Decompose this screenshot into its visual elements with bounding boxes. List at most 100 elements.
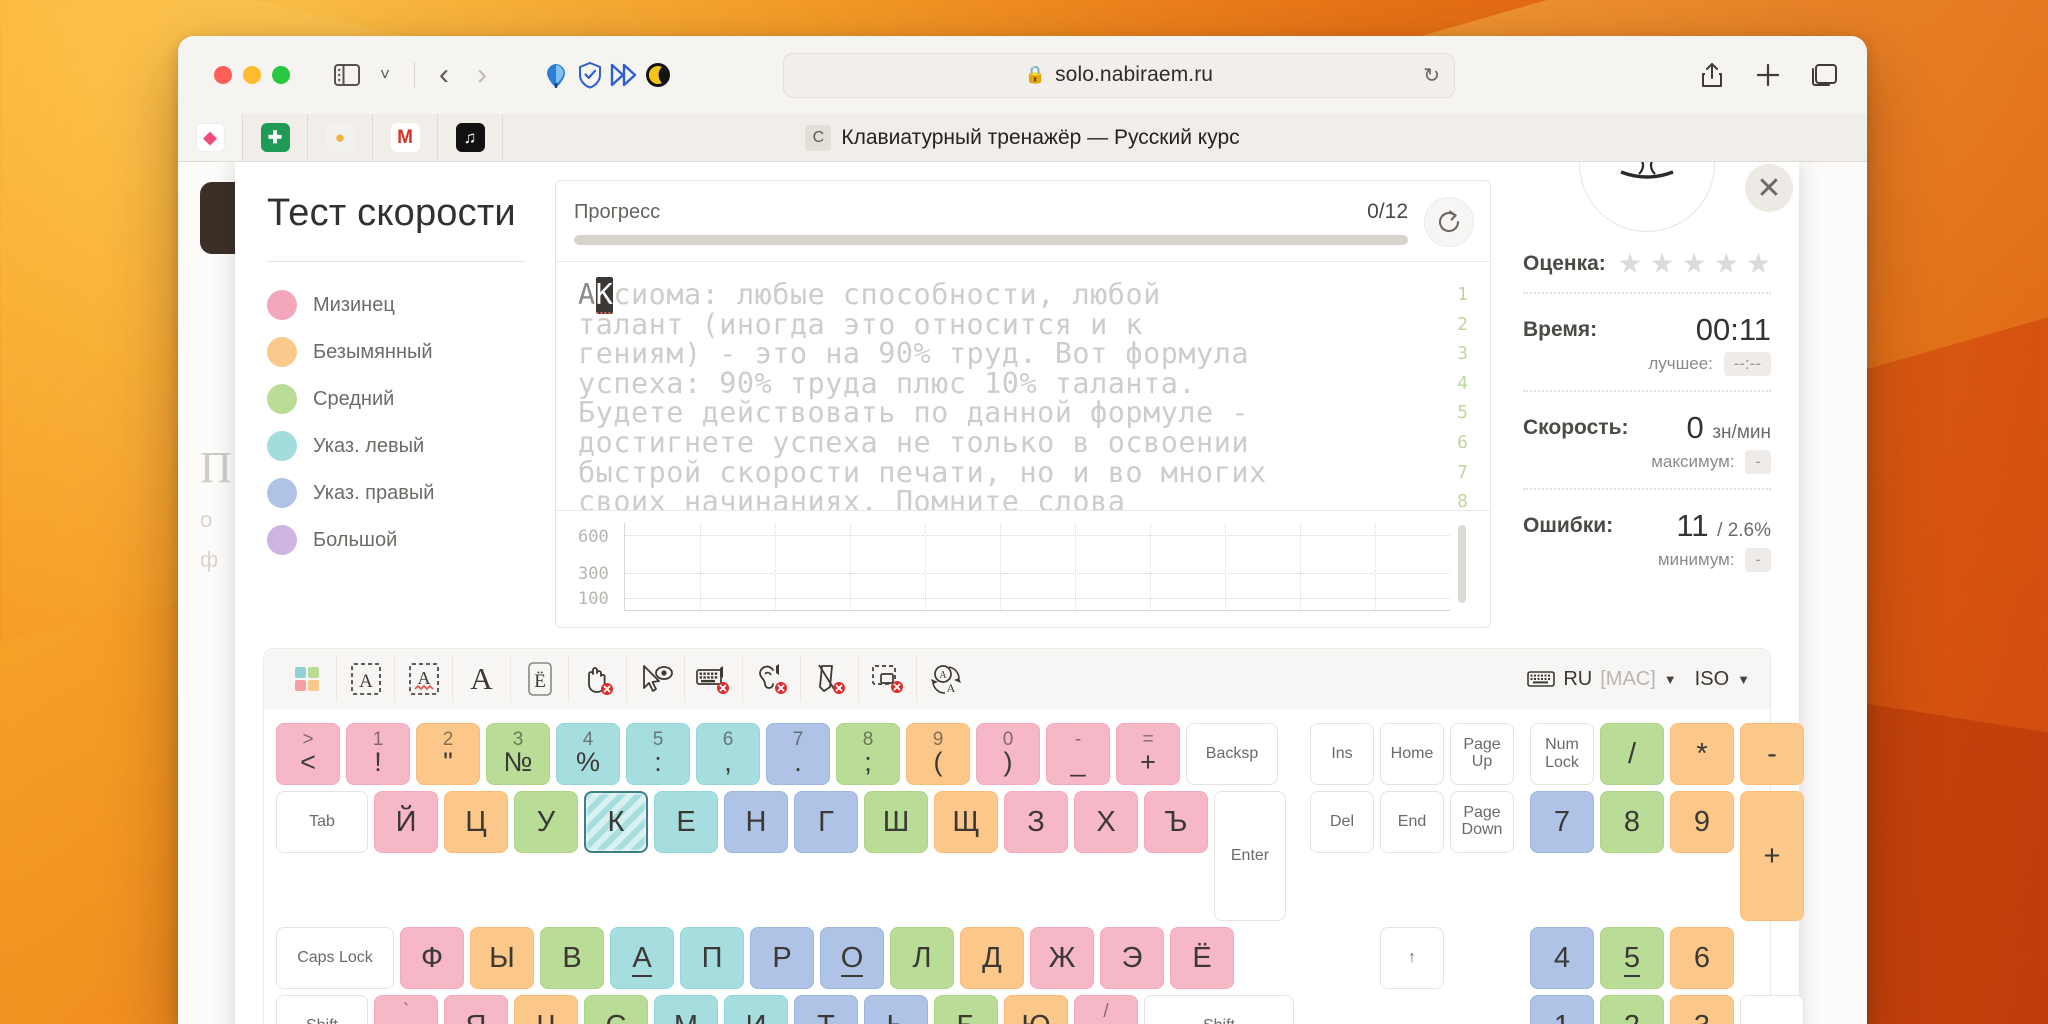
key-/[interactable]: / xyxy=(1600,723,1664,785)
key-я[interactable]: Я xyxy=(444,995,508,1024)
close-window-button[interactable] xyxy=(214,66,232,84)
restart-button[interactable] xyxy=(1424,197,1474,247)
key-г[interactable]: Г xyxy=(794,791,858,853)
key-*[interactable]: * xyxy=(1670,723,1734,785)
key-caps-lock[interactable]: Caps Lock xyxy=(276,927,394,989)
color-blocks-icon[interactable] xyxy=(278,656,336,702)
minimize-window-button[interactable] xyxy=(243,66,261,84)
rating-star[interactable]: ★ xyxy=(1682,250,1707,278)
key-ins[interactable]: Ins xyxy=(1310,723,1374,785)
key-del[interactable]: Del xyxy=(1310,791,1374,853)
key-а[interactable]: А xyxy=(610,927,674,989)
hand-off-icon[interactable] xyxy=(568,656,626,702)
key-+[interactable]: = + xyxy=(1116,723,1180,785)
key-1[interactable]: 1 xyxy=(1530,995,1594,1024)
key-у[interactable]: У xyxy=(514,791,578,853)
key-х[interactable]: Х xyxy=(1074,791,1138,853)
key-[interactable] xyxy=(1740,995,1804,1024)
close-modal-button[interactable]: ✕ xyxy=(1745,164,1793,212)
key-?[interactable]: /? xyxy=(1074,995,1138,1024)
key-д[interactable]: Д xyxy=(960,927,1024,989)
key-н[interactable]: Н xyxy=(724,791,788,853)
key-т[interactable]: Т xyxy=(794,995,858,1024)
frame-off-icon[interactable] xyxy=(858,656,916,702)
pinned-tab-3[interactable]: ● xyxy=(308,114,373,161)
fastforward-icon[interactable] xyxy=(607,58,641,92)
key-3[interactable]: 3 xyxy=(1670,995,1734,1024)
key-э[interactable]: Э xyxy=(1100,927,1164,989)
address-bar[interactable]: 🔒 solo.nabiraem.ru ↻ xyxy=(783,52,1455,98)
key-,[interactable]: 6, xyxy=(696,723,760,785)
key-_[interactable]: - _ xyxy=(1046,723,1110,785)
tab-overview-icon[interactable] xyxy=(1803,58,1845,92)
key-shift[interactable]: Shift xyxy=(1144,995,1294,1024)
maximize-window-button[interactable] xyxy=(272,66,290,84)
translate-icon[interactable]: АA xyxy=(916,656,974,702)
adguard-icon[interactable] xyxy=(573,58,607,92)
key-2[interactable]: 2 xyxy=(1600,995,1664,1024)
typing-text-area[interactable]: АКсиома: любые способности, любой талант … xyxy=(556,262,1490,510)
font-size-icon[interactable]: A xyxy=(452,656,510,702)
key-р[interactable]: Р xyxy=(750,927,814,989)
key-arrow-up[interactable]: ↑ xyxy=(1380,927,1444,989)
key-ж[interactable]: Ж xyxy=(1030,927,1094,989)
key-;[interactable]: 8; xyxy=(836,723,900,785)
key-home[interactable]: Home xyxy=(1380,723,1444,785)
key-tab[interactable]: Tab xyxy=(276,791,368,853)
key-е[interactable]: Е xyxy=(654,791,718,853)
key-5[interactable]: 5 xyxy=(1600,927,1664,989)
pinned-tab-2[interactable]: ✚ xyxy=(243,114,308,161)
key--[interactable]: - xyxy=(1740,723,1804,785)
forward-button[interactable]: › xyxy=(463,58,501,92)
key-№[interactable]: 3 № xyxy=(486,723,550,785)
back-button[interactable]: ‹ xyxy=(425,58,463,92)
key-num-lock[interactable]: Num Lock xyxy=(1530,723,1594,785)
key-ч[interactable]: Ч xyxy=(514,995,578,1024)
pen-off-icon[interactable] xyxy=(800,656,858,702)
key-в[interactable]: В xyxy=(540,927,604,989)
key-ы[interactable]: Ы xyxy=(470,927,534,989)
key-к[interactable]: К xyxy=(584,791,648,853)
darkmode-icon[interactable] xyxy=(641,58,675,92)
key-п[interactable]: П xyxy=(680,927,744,989)
keyboard-sound-off-icon[interactable] xyxy=(684,656,742,702)
key-![interactable]: 1! xyxy=(346,723,410,785)
rating-star[interactable]: ★ xyxy=(1714,250,1739,278)
key-ш[interactable]: Ш xyxy=(864,791,928,853)
yo-letter-icon[interactable]: Ё xyxy=(510,656,568,702)
key-о[interactable]: О xyxy=(820,927,884,989)
sidebar-icon[interactable] xyxy=(328,58,366,92)
key-ц[interactable]: Ц xyxy=(444,791,508,853)
key-ъ[interactable]: Ъ xyxy=(1144,791,1208,853)
key-з[interactable]: З xyxy=(1004,791,1068,853)
new-tab-button[interactable] xyxy=(1747,58,1789,92)
reload-icon[interactable]: ↻ xyxy=(1423,63,1440,88)
pinned-tab-4[interactable]: M xyxy=(373,114,438,161)
grammarly-icon[interactable] xyxy=(539,58,573,92)
key-<[interactable]: > < xyxy=(276,723,340,785)
key-8[interactable]: 8 xyxy=(1600,791,1664,853)
key-9[interactable]: 9 xyxy=(1670,791,1734,853)
key-"[interactable]: 2 " xyxy=(416,723,480,785)
key-%[interactable]: 4% xyxy=(556,723,620,785)
key-6[interactable]: 6 xyxy=(1670,927,1734,989)
rating-star[interactable]: ★ xyxy=(1746,250,1771,278)
pinned-tab-5[interactable]: ♫ xyxy=(438,114,503,161)
key-й[interactable]: Й xyxy=(374,791,438,853)
key-enter[interactable]: Enter xyxy=(1214,791,1286,921)
letter-frame-icon[interactable]: A xyxy=(336,656,394,702)
key-ё[interactable]: Ё xyxy=(1170,927,1234,989)
keyboard-layout-select[interactable]: RU [MAC] ▼ xyxy=(1527,668,1677,691)
key-ь[interactable]: Ь xyxy=(864,995,928,1024)
key-щ[interactable]: Щ xyxy=(934,791,998,853)
keyboard-iso-select[interactable]: ISO ▼ xyxy=(1695,668,1750,691)
key-page-down[interactable]: Page Down xyxy=(1450,791,1514,853)
key-shift[interactable]: Shift xyxy=(276,995,368,1024)
key-)[interactable]: 0) xyxy=(976,723,1040,785)
eye-pointer-icon[interactable] xyxy=(626,656,684,702)
share-icon[interactable] xyxy=(1691,58,1733,92)
chart-scrollbar[interactable] xyxy=(1458,525,1466,603)
key-с[interactable]: С xyxy=(584,995,648,1024)
key-+[interactable]: + xyxy=(1740,791,1804,921)
key-м[interactable]: М xyxy=(654,995,718,1024)
